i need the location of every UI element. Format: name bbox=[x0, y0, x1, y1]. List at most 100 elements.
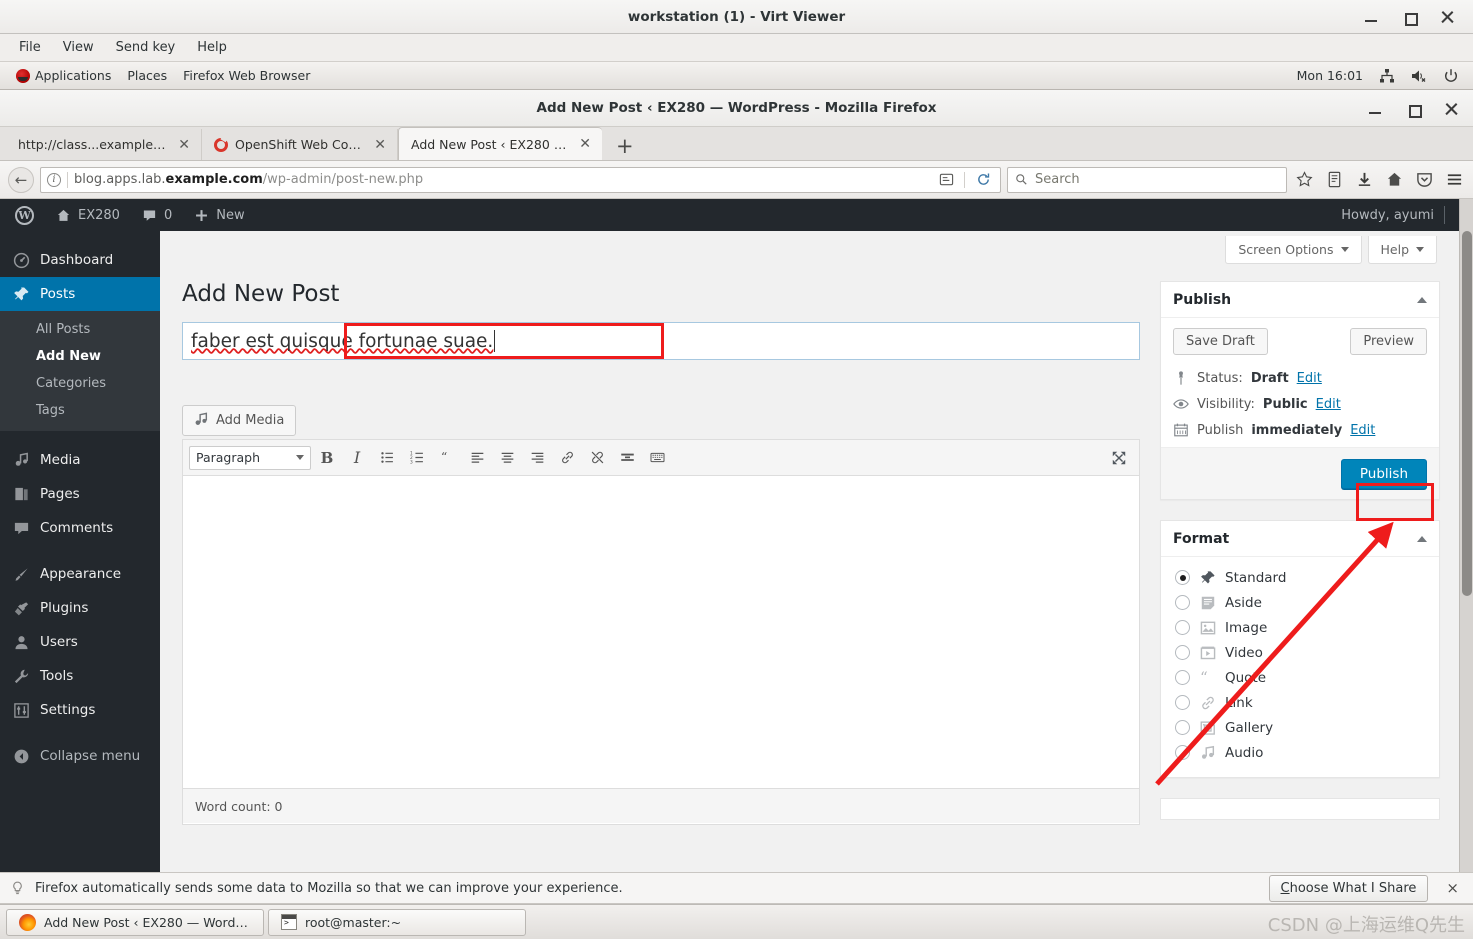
new-tab-button[interactable]: + bbox=[602, 136, 648, 160]
menu-help[interactable]: Help bbox=[188, 37, 236, 58]
numbered-list-button[interactable]: 123 bbox=[403, 445, 431, 471]
status-edit-link[interactable]: Edit bbox=[1297, 371, 1322, 386]
radio-quote[interactable] bbox=[1175, 670, 1190, 685]
wp-logo-menu[interactable] bbox=[4, 199, 45, 231]
sidebar-subitem-categories[interactable]: Categories bbox=[0, 370, 160, 397]
new-content-menu[interactable]: New bbox=[183, 199, 255, 231]
search-bar[interactable]: Search bbox=[1007, 166, 1287, 193]
bold-button[interactable]: B bbox=[313, 445, 341, 471]
close-icon[interactable] bbox=[1439, 9, 1455, 25]
browser-tab-2[interactable]: OpenShift Web Cons... ✕ bbox=[202, 129, 398, 160]
post-title-input[interactable]: faber est quisque fortunae suae. bbox=[182, 322, 1140, 360]
power-icon[interactable] bbox=[1443, 68, 1459, 84]
taskbar-item-terminal[interactable]: root@master:~ bbox=[268, 908, 526, 936]
sidebar-item-collapse-menu[interactable]: Collapse menu bbox=[0, 739, 160, 773]
maximize-icon[interactable] bbox=[1405, 101, 1422, 118]
sidebar-subitem-add-new[interactable]: Add New bbox=[0, 343, 160, 370]
sidebar-item-dashboard[interactable]: Dashboard bbox=[0, 243, 160, 277]
choose-what-i-share-button[interactable]: Choose What I Share bbox=[1268, 874, 1429, 902]
preview-button[interactable]: Preview bbox=[1350, 328, 1427, 355]
reader-mode-icon[interactable] bbox=[935, 169, 957, 191]
taskbar-item-firefox[interactable]: Add New Post ‹ EX280 — WordPre... bbox=[6, 908, 264, 936]
page-info-icon[interactable]: i bbox=[47, 172, 61, 187]
minimize-icon[interactable] bbox=[1363, 9, 1379, 25]
italic-button[interactable]: I bbox=[343, 445, 371, 471]
url-bar[interactable]: i blog.apps.lab.example.com/wp-admin/pos… bbox=[40, 166, 1001, 193]
maximize-icon[interactable] bbox=[1401, 9, 1418, 26]
library-icon[interactable] bbox=[1323, 169, 1345, 191]
sidebar-item-users[interactable]: Users bbox=[0, 625, 160, 659]
comments-menu[interactable]: 0 bbox=[131, 199, 183, 231]
sidebar-item-comments[interactable]: Comments bbox=[0, 511, 160, 545]
format-option-quote[interactable]: “ Quote bbox=[1175, 665, 1425, 690]
radio-link[interactable] bbox=[1175, 695, 1190, 710]
format-option-audio[interactable]: Audio bbox=[1175, 740, 1425, 765]
sidebar-item-appearance[interactable]: Appearance bbox=[0, 557, 160, 591]
menu-file[interactable]: File bbox=[10, 37, 50, 58]
close-tab-icon[interactable]: ✕ bbox=[176, 138, 192, 152]
sidebar-item-posts[interactable]: Posts bbox=[0, 277, 168, 311]
insert-more-button[interactable] bbox=[613, 445, 641, 471]
pocket-icon[interactable] bbox=[1413, 169, 1435, 191]
align-center-button[interactable] bbox=[493, 445, 521, 471]
toolbar-toggle-button[interactable] bbox=[643, 445, 671, 471]
site-name-menu[interactable]: EX280 bbox=[45, 199, 131, 231]
bulleted-list-button[interactable] bbox=[373, 445, 401, 471]
editor-content-area[interactable] bbox=[183, 476, 1139, 788]
home-icon[interactable] bbox=[1383, 169, 1405, 191]
page-scrollbar[interactable] bbox=[1459, 199, 1473, 872]
volume-muted-icon[interactable] bbox=[1411, 68, 1427, 84]
sidebar-item-pages[interactable]: Pages bbox=[0, 477, 160, 511]
page-scrollbar-thumb[interactable] bbox=[1462, 231, 1472, 596]
sidebar-subitem-all-posts[interactable]: All Posts bbox=[0, 316, 160, 343]
menu-hamburger-icon[interactable] bbox=[1443, 169, 1465, 191]
blockquote-button[interactable]: “ bbox=[433, 445, 461, 471]
sidebar-item-settings[interactable]: Settings bbox=[0, 693, 160, 727]
sidebar-item-plugins[interactable]: Plugins bbox=[0, 591, 160, 625]
bookmark-star-icon[interactable] bbox=[1293, 169, 1315, 191]
downloads-icon[interactable] bbox=[1353, 169, 1375, 191]
applications-menu[interactable]: Applications bbox=[8, 66, 119, 85]
menu-send-key[interactable]: Send key bbox=[107, 37, 185, 58]
reload-icon[interactable] bbox=[972, 169, 994, 191]
format-option-gallery[interactable]: Gallery bbox=[1175, 715, 1425, 740]
close-icon[interactable] bbox=[1443, 101, 1459, 117]
help-button[interactable]: Help bbox=[1367, 236, 1437, 264]
close-tab-icon[interactable]: ✕ bbox=[577, 137, 593, 151]
back-button[interactable]: ← bbox=[8, 166, 34, 193]
radio-video[interactable] bbox=[1175, 645, 1190, 660]
browser-tab-3[interactable]: Add New Post ‹ EX280 —... ✕ bbox=[398, 127, 602, 160]
radio-standard[interactable] bbox=[1175, 570, 1190, 585]
publish-edit-link[interactable]: Edit bbox=[1350, 423, 1375, 438]
align-left-button[interactable] bbox=[463, 445, 491, 471]
format-option-standard[interactable]: Standard bbox=[1175, 565, 1425, 590]
sidebar-subitem-tags[interactable]: Tags bbox=[0, 397, 160, 424]
sidebar-item-tools[interactable]: Tools bbox=[0, 659, 160, 693]
publish-button[interactable]: Publish bbox=[1340, 458, 1427, 489]
radio-gallery[interactable] bbox=[1175, 720, 1190, 735]
places-menu[interactable]: Places bbox=[119, 66, 175, 85]
add-media-button[interactable]: Add Media bbox=[182, 405, 297, 436]
format-option-video[interactable]: Video bbox=[1175, 640, 1425, 665]
chevron-up-icon[interactable] bbox=[1417, 535, 1427, 542]
screen-options-button[interactable]: Screen Options bbox=[1225, 236, 1362, 264]
format-option-aside[interactable]: Aside bbox=[1175, 590, 1425, 615]
chevron-up-icon[interactable] bbox=[1417, 296, 1427, 303]
visibility-edit-link[interactable]: Edit bbox=[1316, 397, 1341, 412]
clock[interactable]: Mon 16:01 bbox=[1297, 68, 1363, 83]
save-draft-button[interactable]: Save Draft bbox=[1173, 328, 1268, 355]
close-notification-icon[interactable]: × bbox=[1442, 879, 1463, 897]
remove-link-button[interactable] bbox=[583, 445, 611, 471]
minimize-icon[interactable] bbox=[1367, 101, 1383, 117]
active-application-menu[interactable]: Firefox Web Browser bbox=[175, 66, 318, 85]
account-menu[interactable]: Howdy, ayumi bbox=[1341, 206, 1459, 224]
radio-aside[interactable] bbox=[1175, 595, 1190, 610]
menu-view[interactable]: View bbox=[54, 37, 103, 58]
distraction-free-icon[interactable] bbox=[1105, 445, 1133, 471]
sidebar-item-media[interactable]: Media bbox=[0, 443, 160, 477]
radio-image[interactable] bbox=[1175, 620, 1190, 635]
align-right-button[interactable] bbox=[523, 445, 551, 471]
network-icon[interactable] bbox=[1379, 68, 1395, 84]
radio-audio[interactable] bbox=[1175, 745, 1190, 760]
browser-tab-1[interactable]: http://class...example.com/ ✕ bbox=[6, 129, 202, 160]
